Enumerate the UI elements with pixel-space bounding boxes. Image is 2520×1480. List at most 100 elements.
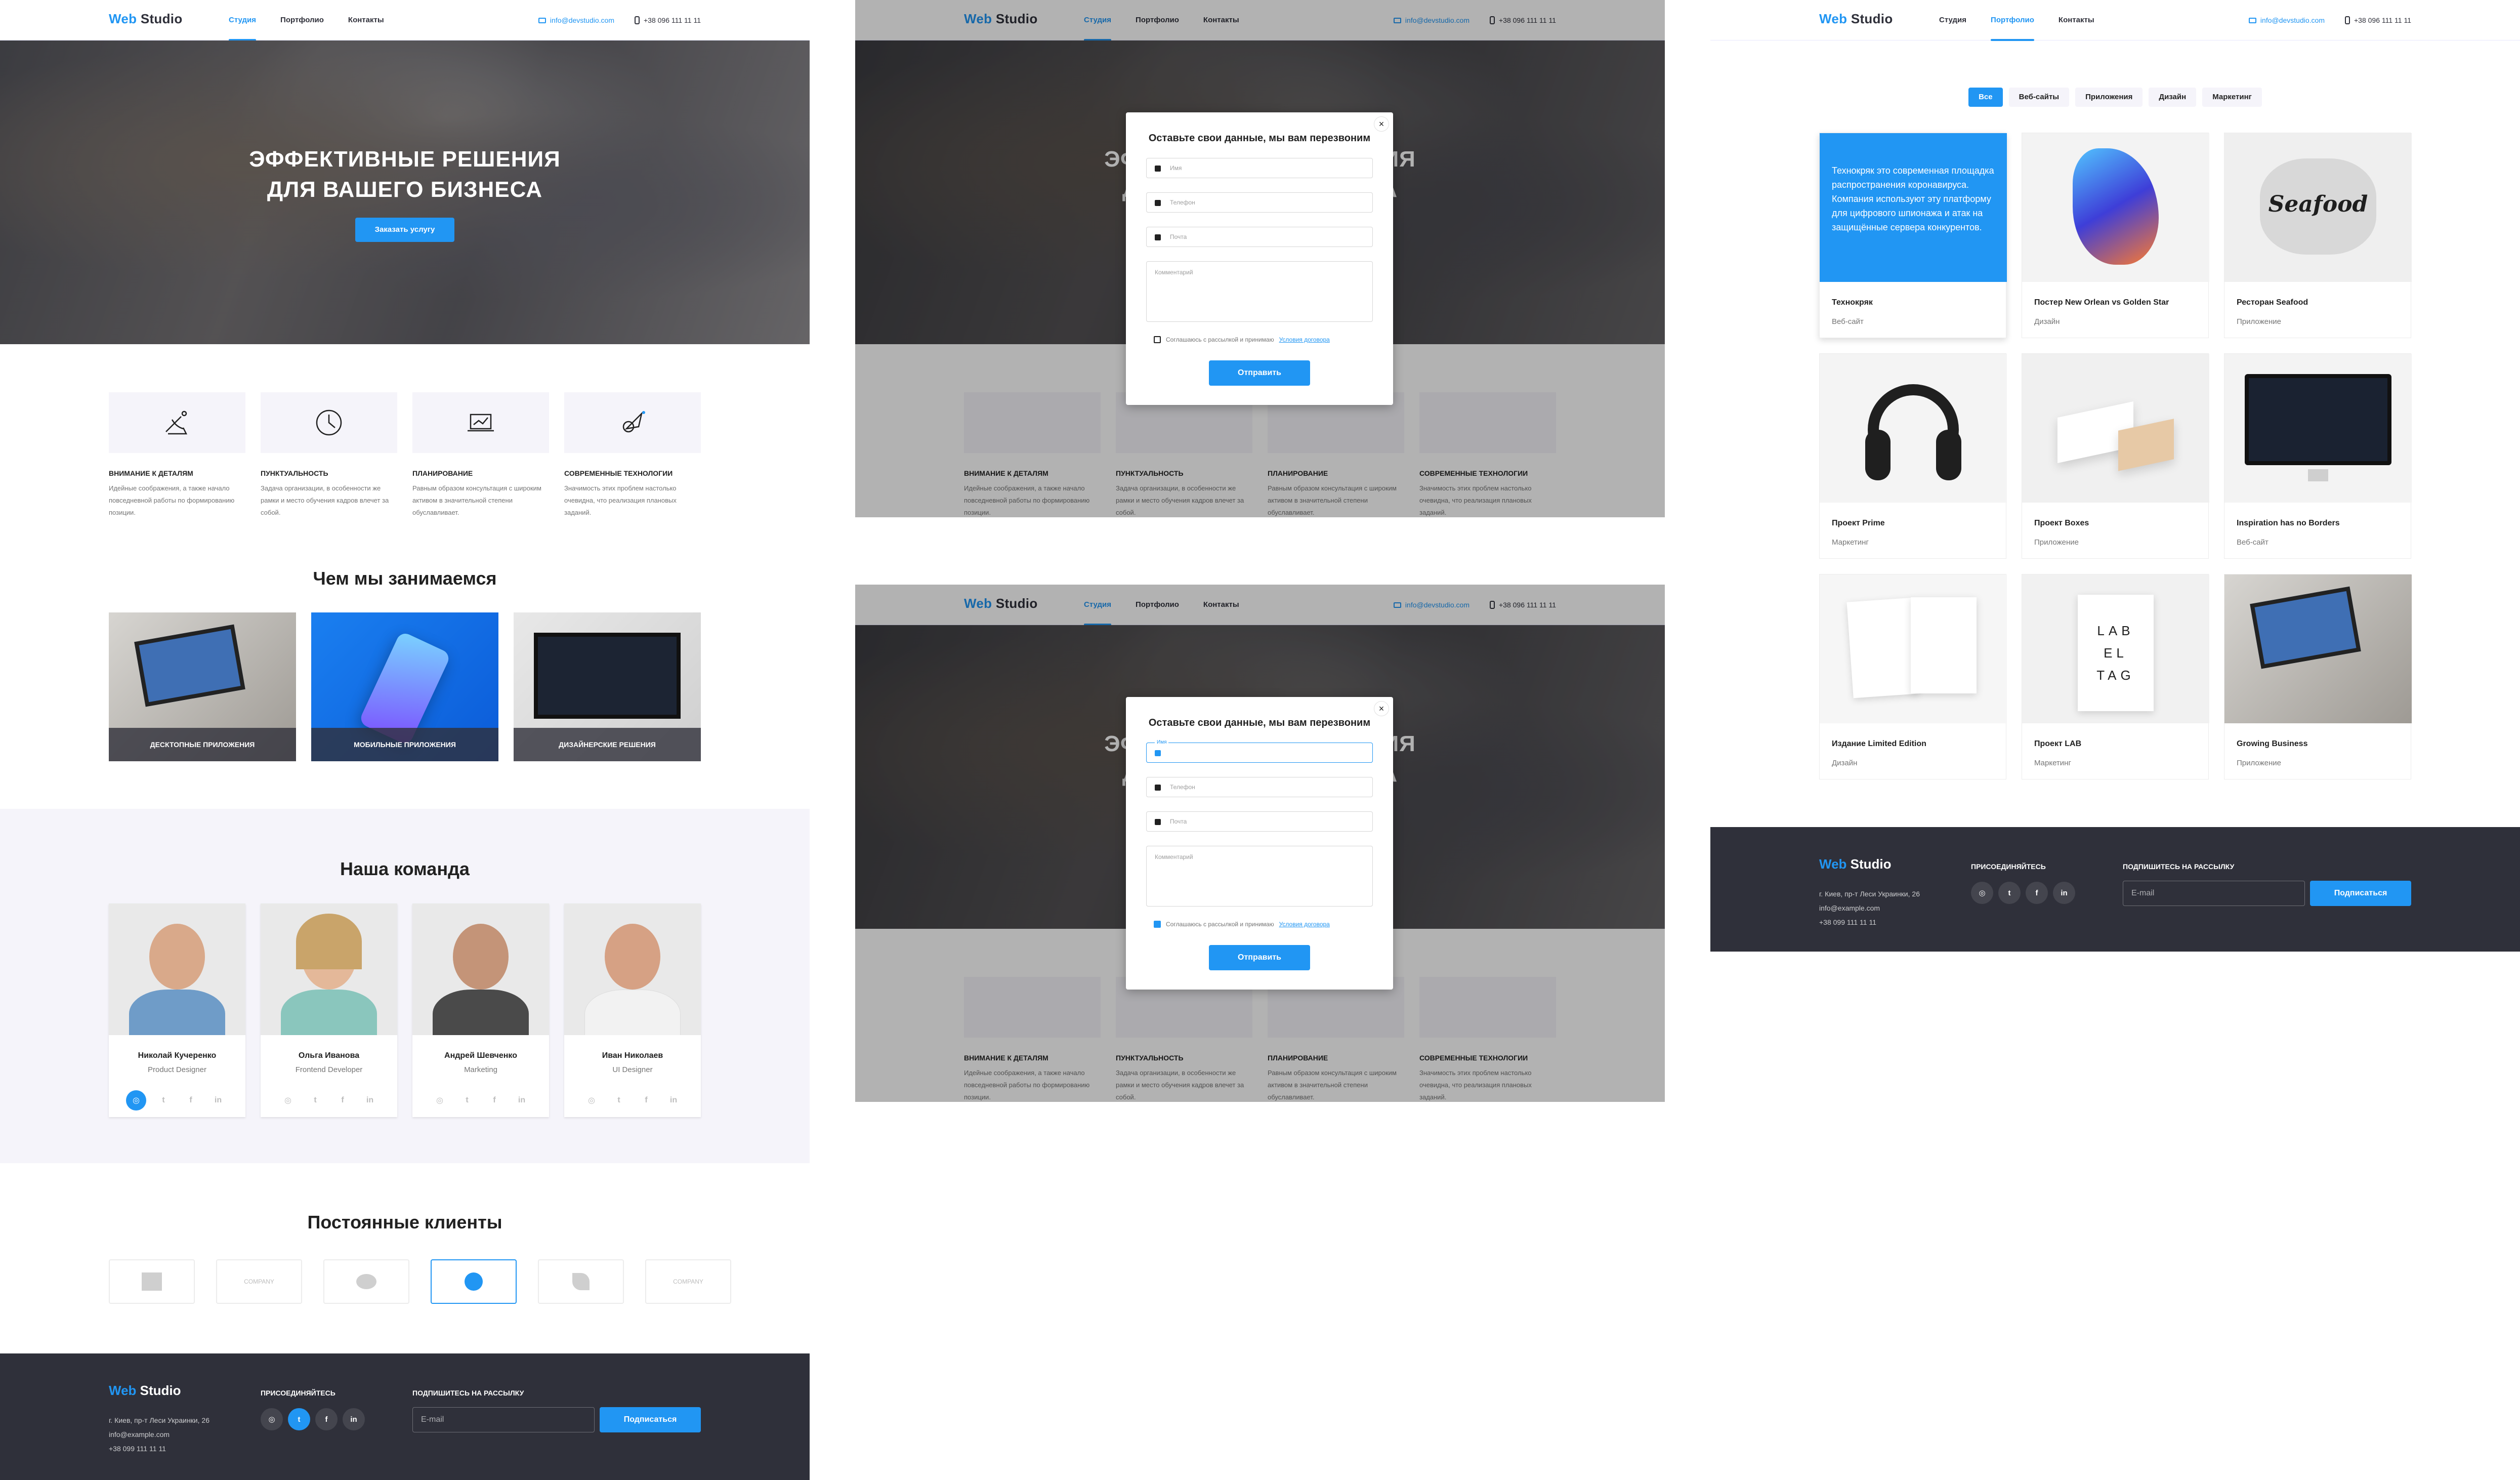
- close-icon[interactable]: ×: [1374, 701, 1389, 716]
- comment-field[interactable]: Комментарий: [1146, 261, 1373, 322]
- portfolio-card[interactable]: Seafood Ресторан Seafood Приложение: [2224, 133, 2412, 338]
- service-card-design[interactable]: Дизайнерские решения: [514, 612, 701, 761]
- facebook-icon[interactable]: f: [636, 1090, 656, 1111]
- main-nav: Студия Портфолио Контакты: [229, 0, 384, 41]
- portfolio-card[interactable]: Постер New Orlean vs Golden Star Дизайн: [2022, 133, 2209, 338]
- mail-icon: [538, 17, 546, 23]
- satellite-icon: [109, 392, 245, 453]
- email-field[interactable]: Почта: [1146, 227, 1373, 247]
- instagram-icon[interactable]: ◎: [261, 1408, 283, 1430]
- linkedin-icon[interactable]: in: [2053, 882, 2075, 904]
- filter-apps[interactable]: Приложения: [2075, 88, 2143, 107]
- terms-link[interactable]: Условия договора: [1279, 921, 1330, 928]
- consent-checkbox[interactable]: Соглашаюсь с рассылкой и принимаю Условия…: [1154, 336, 1330, 343]
- client-logo[interactable]: [431, 1259, 517, 1304]
- portfolio-card[interactable]: Технокряк это современная площадка распр…: [1819, 133, 2007, 338]
- instagram-icon[interactable]: ◎: [278, 1090, 298, 1111]
- filter-design[interactable]: Дизайн: [2149, 88, 2197, 107]
- subscribe-email-input[interactable]: E-mail: [412, 1407, 595, 1432]
- facebook-icon[interactable]: f: [181, 1090, 201, 1111]
- nav-contacts[interactable]: Контакты: [348, 0, 384, 40]
- subscribe-button[interactable]: Подписаться: [600, 1407, 701, 1432]
- studio-page-modal: Web Studio Студия Портфолио Контакты inf…: [855, 0, 1665, 517]
- email-field[interactable]: Почта: [1146, 811, 1373, 832]
- terms-link[interactable]: Условия договора: [1279, 336, 1330, 343]
- client-logo[interactable]: [538, 1259, 624, 1304]
- facebook-icon[interactable]: f: [484, 1090, 505, 1111]
- close-icon[interactable]: ×: [1374, 116, 1389, 132]
- name-field[interactable]: Имя: [1146, 158, 1373, 178]
- client-logo[interactable]: COMPANY: [216, 1259, 302, 1304]
- comment-field[interactable]: Комментарий: [1146, 846, 1373, 907]
- portfolio-card[interactable]: Проект Prime Маркетинг: [1819, 353, 2007, 559]
- linkedin-icon[interactable]: in: [343, 1408, 365, 1430]
- footer-address: г. Киев, пр-т Леси Украинки, 26 info@exa…: [1819, 890, 1920, 926]
- header-phone[interactable]: +38 096 111 11 11: [634, 16, 701, 24]
- submit-button[interactable]: Отправить: [1209, 945, 1310, 970]
- subscribe-button[interactable]: Подписаться: [2310, 881, 2411, 906]
- filter-websites[interactable]: Веб-сайты: [2008, 88, 2070, 107]
- client-logo[interactable]: [109, 1259, 195, 1304]
- nav-contacts[interactable]: Контакты: [2059, 0, 2094, 40]
- footer-logo[interactable]: Web Studio: [109, 1383, 181, 1399]
- team-card: Ольга Иванова Frontend Developer ◎ t f in: [261, 903, 397, 1117]
- linkedin-icon[interactable]: in: [663, 1090, 684, 1111]
- service-card-desktop[interactable]: Десктопные приложения: [109, 612, 296, 761]
- twitter-icon[interactable]: t: [457, 1090, 477, 1111]
- checkbox-icon[interactable]: [1154, 336, 1161, 343]
- client-logo[interactable]: COMPANY: [645, 1259, 731, 1304]
- order-service-button[interactable]: Заказать услугу: [355, 218, 454, 242]
- portfolio-grid: Технокряк это современная площадка распр…: [1819, 133, 2412, 779]
- footer: Web Studio г. Киев, пр-т Леси Украинки, …: [0, 1353, 810, 1480]
- client-logo[interactable]: [323, 1259, 409, 1304]
- consent-checkbox[interactable]: Соглашаюсь с рассылкой и принимаю Условия…: [1154, 921, 1330, 928]
- nav-studio[interactable]: Студия: [229, 0, 257, 41]
- portfolio-card[interactable]: Inspiration has no Borders Веб-сайт: [2224, 353, 2412, 559]
- instagram-icon[interactable]: ◎: [430, 1090, 450, 1111]
- portfolio-card[interactable]: LAB EL TAG Проект LAB Маркетинг: [2022, 574, 2209, 779]
- twitter-icon[interactable]: t: [153, 1090, 174, 1111]
- nav-portfolio[interactable]: Портфолио: [1991, 0, 2034, 41]
- linkedin-icon[interactable]: in: [208, 1090, 228, 1111]
- portfolio-card[interactable]: Издание Limited Edition Дизайн: [1819, 574, 2007, 779]
- nav-portfolio[interactable]: Портфолио: [280, 0, 324, 40]
- nav-studio[interactable]: Студия: [1939, 0, 1966, 40]
- instagram-icon[interactable]: ◎: [581, 1090, 602, 1111]
- logo[interactable]: Web Studio: [109, 11, 183, 27]
- instagram-icon[interactable]: ◎: [1971, 882, 1993, 904]
- instagram-icon[interactable]: ◎: [126, 1090, 146, 1111]
- user-icon: [1155, 750, 1161, 756]
- portfolio-page: Web Studio Студия Портфолио Контакты inf…: [1710, 0, 2520, 952]
- facebook-icon[interactable]: f: [315, 1408, 338, 1430]
- avatar: [564, 903, 701, 1035]
- service-card-mobile[interactable]: Мобильные приложения: [311, 612, 498, 761]
- lab-tag: LAB EL TAG: [2078, 595, 2154, 711]
- twitter-icon[interactable]: t: [305, 1090, 325, 1111]
- twitter-icon[interactable]: t: [288, 1408, 310, 1430]
- team-card: Николай Кучеренко Product Designer ◎ t f in: [109, 903, 245, 1117]
- phone-field[interactable]: Телефон: [1146, 777, 1373, 797]
- subscribe-email-input[interactable]: E-mail: [2123, 881, 2305, 906]
- portfolio-card[interactable]: Проект Boxes Приложение: [2022, 353, 2209, 559]
- name-field[interactable]: Имя: [1146, 739, 1373, 763]
- footer-logo[interactable]: Web Studio: [1819, 856, 1892, 872]
- circle-logo-icon: [356, 1274, 376, 1289]
- filter-all[interactable]: Все: [1968, 88, 2003, 107]
- portfolio-card[interactable]: Growing Business Приложение: [2224, 574, 2412, 779]
- main-nav: Студия Портфолио Контакты: [1939, 0, 2094, 41]
- header-email[interactable]: info@devstudio.com: [538, 16, 614, 24]
- callback-modal: × Оставьте свои данные, мы вам перезвони…: [1126, 697, 1393, 990]
- logo[interactable]: Web Studio: [1819, 11, 1893, 27]
- clients-title: Постоянные клиенты: [307, 1212, 502, 1232]
- linkedin-icon[interactable]: in: [512, 1090, 532, 1111]
- facebook-icon[interactable]: f: [2026, 882, 2048, 904]
- facebook-icon[interactable]: f: [332, 1090, 353, 1111]
- features: Внимание к деталям Идейные соображения, …: [109, 392, 701, 519]
- submit-button[interactable]: Отправить: [1209, 360, 1310, 386]
- filter-marketing[interactable]: Маркетинг: [2202, 88, 2262, 107]
- twitter-icon[interactable]: t: [1998, 882, 2021, 904]
- twitter-icon[interactable]: t: [609, 1090, 629, 1111]
- phone-field[interactable]: Телефон: [1146, 192, 1373, 213]
- checkbox-checked-icon[interactable]: [1154, 921, 1161, 928]
- linkedin-icon[interactable]: in: [360, 1090, 380, 1111]
